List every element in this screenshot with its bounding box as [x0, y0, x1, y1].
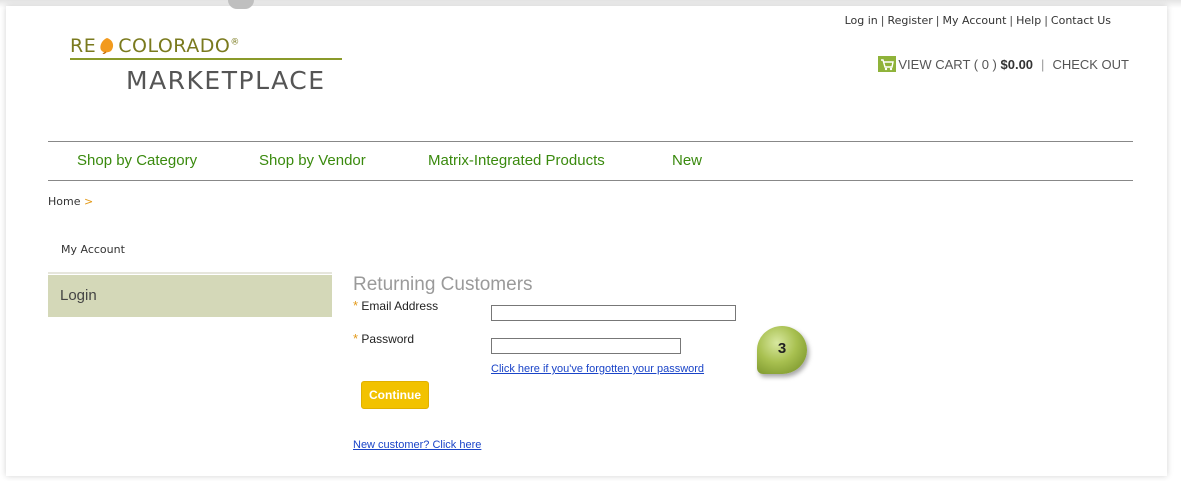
password-label-text: Password — [361, 332, 415, 346]
my-account-link[interactable]: My Account — [942, 14, 1006, 27]
sidebar-item-label: Login — [60, 287, 97, 304]
step-badge-number: 3 — [777, 340, 787, 357]
breadcrumb-home[interactable]: Home — [48, 195, 80, 208]
checkout-link[interactable]: CHECK OUT — [1052, 57, 1129, 72]
returning-customers-title: Returning Customers — [353, 274, 533, 295]
logo-line-2: MARKETPLACE — [126, 66, 326, 95]
password-label: * Password — [353, 331, 414, 346]
logo-trademark: ® — [230, 37, 240, 48]
top-links: Log in | Register | My Account | Help | Contact … — [845, 14, 1111, 27]
email-label-text: Email Address — [361, 299, 439, 313]
divider: | — [880, 14, 885, 27]
login-link[interactable]: Log in — [845, 14, 878, 27]
step-badge: 3 — [757, 326, 807, 374]
main-nav: Shop by Category Shop by Vendor Matrix-I… — [48, 141, 1133, 181]
view-cart-link[interactable]: VIEW CART ( 0 ) — [898, 57, 996, 72]
email-label: * Email Address — [353, 298, 438, 313]
sidebar-divider — [48, 272, 332, 274]
help-link[interactable]: Help — [1016, 14, 1041, 27]
sidebar-title: My Account — [61, 243, 125, 256]
contact-us-link[interactable]: Contact Us — [1051, 14, 1111, 27]
register-link[interactable]: Register — [887, 14, 932, 27]
cart-summary: VIEW CART ( 0 ) $0.00 | CHECK OUT — [878, 56, 1129, 72]
cart-total: $0.00 — [1000, 56, 1034, 72]
new-customer-link[interactable]: New customer? Click here — [353, 439, 481, 451]
required-mark: * — [353, 331, 359, 346]
aspen-leaf-icon — [98, 37, 116, 55]
logo-line-1: RE COLORADO® — [70, 35, 240, 57]
divider: | — [1044, 14, 1048, 27]
divider: | — [1009, 14, 1014, 27]
cart-separator: | — [1041, 56, 1045, 72]
continue-button[interactable]: Continue — [361, 381, 429, 409]
nav-shop-by-category[interactable]: Shop by Category — [77, 152, 197, 169]
sidebar-item-login[interactable]: Login — [48, 275, 332, 317]
shopping-cart-icon[interactable] — [878, 56, 897, 72]
logo-divider — [70, 58, 342, 60]
nav-shop-by-vendor[interactable]: Shop by Vendor — [259, 152, 366, 169]
email-field[interactable] — [491, 305, 736, 321]
password-field[interactable] — [491, 338, 681, 354]
nav-new[interactable]: New — [672, 152, 702, 169]
required-mark: * — [353, 298, 359, 313]
forgot-password-link[interactable]: Click here if you've forgotten your pass… — [491, 363, 704, 375]
breadcrumb-arrow: > — [83, 195, 94, 208]
site-logo[interactable]: RE COLORADO® MARKETPLACE — [70, 35, 342, 99]
logo-text-re: RE — [70, 35, 97, 57]
breadcrumb: Home > — [48, 195, 93, 208]
nav-matrix-integrated-products[interactable]: Matrix-Integrated Products — [428, 152, 605, 169]
logo-text-colorado: COLORADO — [118, 35, 231, 57]
